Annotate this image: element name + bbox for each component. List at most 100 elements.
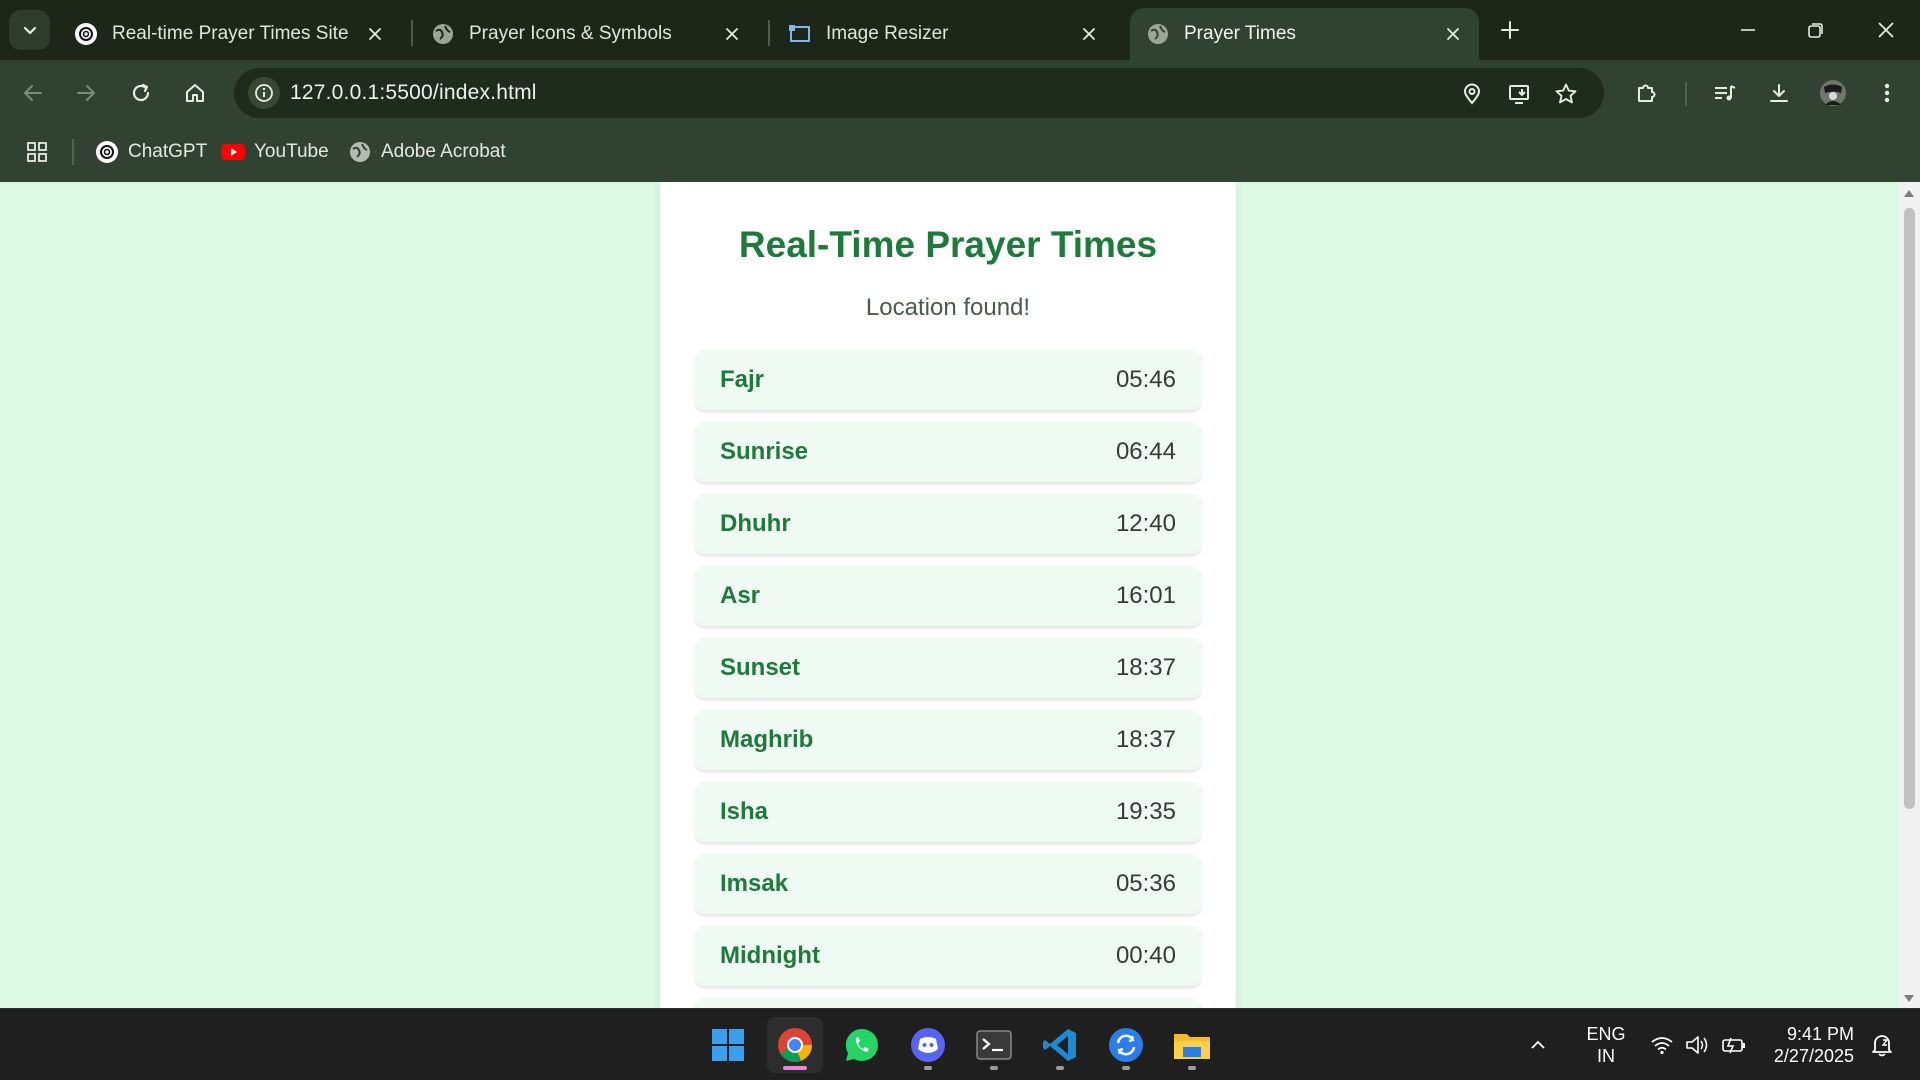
prayer-time: 05:36 xyxy=(1115,870,1176,897)
reload-icon xyxy=(132,83,150,102)
taskbar-file-explorer[interactable] xyxy=(1164,1017,1220,1073)
new-tab-button[interactable] xyxy=(1494,14,1526,46)
toolbar-divider xyxy=(1685,82,1687,106)
running-indicator xyxy=(924,1066,932,1070)
whatsapp-icon xyxy=(845,1028,878,1062)
taskbar-chrome[interactable] xyxy=(767,1017,823,1073)
running-indicator xyxy=(1188,1066,1196,1070)
download-icon xyxy=(1770,84,1788,102)
terminal-icon xyxy=(976,1030,1012,1060)
taskbar-discord[interactable] xyxy=(900,1017,956,1073)
tab-title: Real-time Prayer Times Site xyxy=(112,23,349,44)
running-indicator xyxy=(1122,1066,1130,1070)
url-text[interactable]: 127.0.0.1:5500/index.html xyxy=(290,81,537,105)
install-app-icon[interactable] xyxy=(1506,80,1534,108)
profile-button[interactable] xyxy=(1814,74,1852,112)
scroll-up-icon[interactable] xyxy=(1904,190,1914,197)
location-status: Location found! xyxy=(865,294,1031,321)
language-indicator[interactable]: ENG IN xyxy=(1578,1023,1634,1067)
tray-overflow-button[interactable] xyxy=(1520,1017,1556,1073)
close-icon[interactable] xyxy=(1441,22,1465,46)
bookmarks-bar: ChatGPT YouTube Adobe Acrobat xyxy=(0,125,1920,182)
page-scrollbar[interactable] xyxy=(1899,182,1920,1008)
bookmark-youtube[interactable]: YouTube xyxy=(221,137,329,167)
home-icon xyxy=(186,84,204,102)
globe-icon xyxy=(1146,22,1170,46)
prayer-times-card: Real-Time Prayer Times Location found! F… xyxy=(660,182,1236,1008)
bookmark-star-icon[interactable] xyxy=(1552,80,1580,108)
close-icon[interactable] xyxy=(720,22,744,46)
scroll-thumb[interactable] xyxy=(1904,208,1915,809)
prayer-row-isha: Isha 19:35 xyxy=(695,782,1201,842)
prayer-name: Imsak xyxy=(720,870,789,897)
plus-icon xyxy=(1501,21,1519,39)
taskbar-whatsapp[interactable] xyxy=(834,1017,890,1073)
prayer-name: Sunrise xyxy=(720,438,809,465)
back-button[interactable] xyxy=(14,74,52,112)
reload-button[interactable] xyxy=(122,74,160,112)
apps-button[interactable] xyxy=(26,137,48,167)
discord-icon xyxy=(911,1028,945,1062)
clock[interactable]: 9:41 PM 2/27/2025 xyxy=(1762,1023,1854,1067)
close-icon[interactable] xyxy=(363,22,387,46)
minimize-button[interactable] xyxy=(1720,8,1776,52)
site-info-icon[interactable] xyxy=(248,77,280,109)
tab-0[interactable]: Real-time Prayer Times Site xyxy=(58,8,401,60)
tab-separator xyxy=(768,20,770,46)
location-pin-icon[interactable] xyxy=(1458,80,1486,108)
running-indicator xyxy=(990,1066,998,1070)
arrow-right-icon xyxy=(77,85,95,101)
bookmark-label: Adobe Acrobat xyxy=(381,141,506,162)
battery-status[interactable] xyxy=(1717,1017,1751,1073)
taskbar-sync-app[interactable] xyxy=(1098,1017,1154,1073)
close-window-button[interactable] xyxy=(1858,8,1914,52)
prayer-list: Fajr 05:46 Sunrise 06:44 Dhuhr 12:40 Asr… xyxy=(695,350,1201,1008)
windows-taskbar: ENG IN 9:41 PM 2/27/2025 xyxy=(0,1008,1920,1080)
home-button[interactable] xyxy=(176,74,214,112)
playlist-icon xyxy=(1715,85,1736,101)
bookmark-adobe-acrobat[interactable]: Adobe Acrobat xyxy=(348,137,506,167)
youtube-icon xyxy=(221,140,245,164)
tab-search-button[interactable] xyxy=(9,10,50,50)
arrow-left-icon xyxy=(24,85,42,101)
notifications-button[interactable] xyxy=(1864,1017,1900,1073)
volume-status[interactable] xyxy=(1681,1017,1715,1073)
chevron-up-icon xyxy=(1531,1040,1545,1049)
clock-time: 9:41 PM xyxy=(1786,1024,1854,1044)
apps-grid-icon xyxy=(27,142,47,162)
prayer-row-sunrise: Sunrise 06:44 xyxy=(695,422,1201,482)
minimize-icon xyxy=(1741,29,1755,31)
avatar xyxy=(1820,80,1846,106)
menu-button[interactable] xyxy=(1868,74,1906,112)
prayer-time: 18:37 xyxy=(1115,726,1176,753)
restore-button[interactable] xyxy=(1788,8,1844,52)
prayer-time: 00:40 xyxy=(1115,942,1176,969)
prayer-name: Fajr xyxy=(720,366,765,393)
extensions-button[interactable] xyxy=(1627,74,1665,112)
file-explorer-icon xyxy=(1174,1034,1210,1059)
media-controls-button[interactable] xyxy=(1706,74,1744,112)
clock-date: 2/27/2025 xyxy=(1773,1046,1854,1066)
notification-bell-icon xyxy=(1872,1035,1892,1057)
prayer-name: Dhuhr xyxy=(720,510,791,537)
prayer-name: Sunset xyxy=(720,654,801,681)
prayer-time: 19:35 xyxy=(1115,798,1176,825)
forward-button[interactable] xyxy=(67,74,105,112)
wifi-icon xyxy=(1651,1037,1673,1055)
bookmark-chatgpt[interactable]: ChatGPT xyxy=(95,137,207,167)
downloads-button[interactable] xyxy=(1760,74,1798,112)
close-icon[interactable] xyxy=(1077,22,1101,46)
tab-title: Prayer Icons & Symbols xyxy=(469,23,672,44)
taskbar-vscode[interactable] xyxy=(1032,1017,1088,1073)
wifi-status[interactable] xyxy=(1645,1017,1679,1073)
tab-strip: Real-time Prayer Times Site Prayer Icons… xyxy=(0,0,1920,60)
taskbar-terminal[interactable] xyxy=(966,1017,1022,1073)
tab-3[interactable]: Prayer Times xyxy=(1130,8,1479,60)
start-button[interactable] xyxy=(700,1017,756,1073)
tab-1[interactable]: Prayer Icons & Symbols xyxy=(415,8,758,60)
prayer-time: 12:40 xyxy=(1115,510,1176,537)
address-bar[interactable]: 127.0.0.1:5500/index.html xyxy=(234,68,1604,118)
scroll-down-icon[interactable] xyxy=(1904,995,1914,1002)
tab-2[interactable]: Image Resizer xyxy=(772,8,1115,60)
chevron-down-icon xyxy=(23,26,36,35)
